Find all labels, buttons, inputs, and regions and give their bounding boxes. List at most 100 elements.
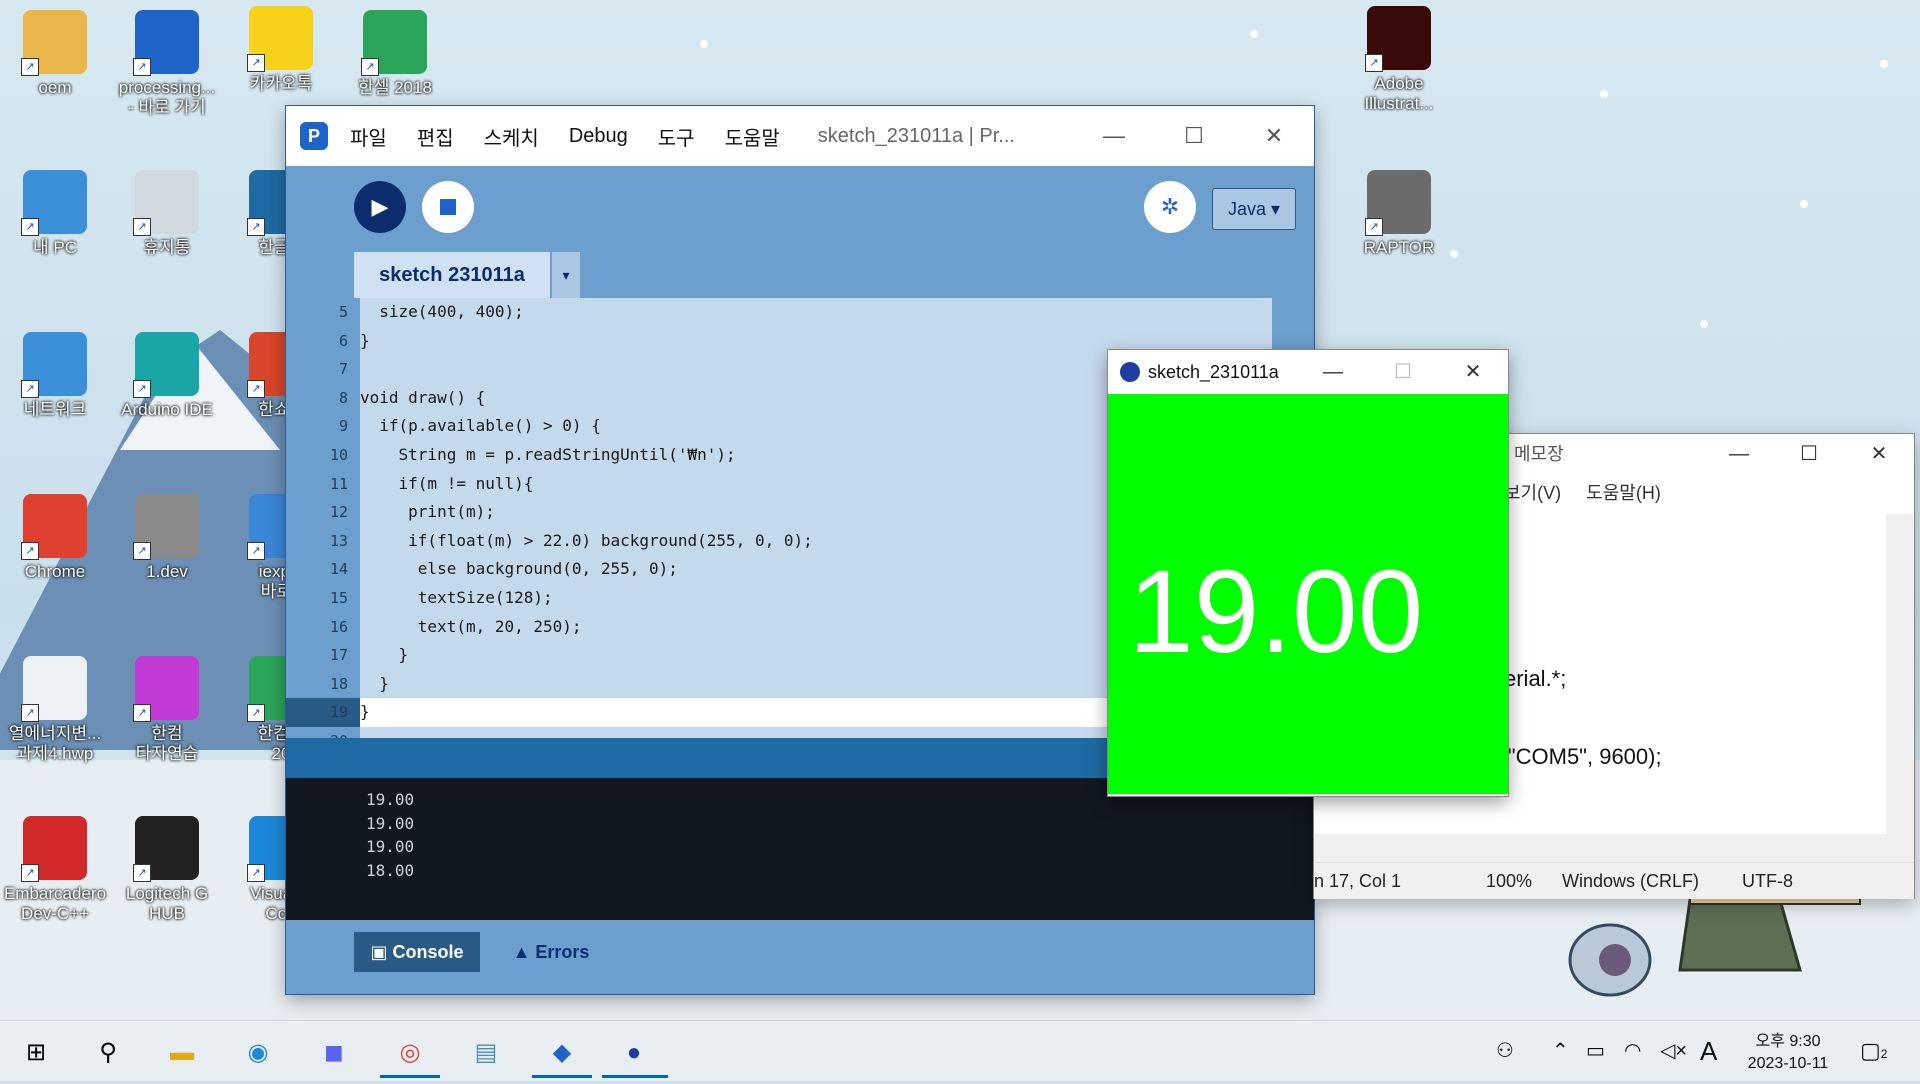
notepad-minimize-button[interactable]: —	[1704, 434, 1774, 474]
desktop-shortcut[interactable]: ↗ oem	[0, 10, 110, 98]
menu-file[interactable]: 파일	[350, 122, 387, 151]
sensor-value: 19.00	[1128, 546, 1424, 678]
sketch-maximize-button[interactable]: ☐	[1368, 350, 1438, 394]
desktop-shortcut[interactable]: ↗ 한컴 타자연습	[112, 656, 222, 764]
desktop-shortcut[interactable]: ↗ processing... - 바로 가기	[112, 10, 222, 118]
shortcut-arrow-icon: ↗	[133, 218, 151, 236]
desktop-shortcut[interactable]: ↗ 네트워크	[0, 332, 110, 420]
menu-debug[interactable]: Debug	[569, 125, 628, 148]
desktop-shortcut-label: 네트워크	[23, 400, 87, 419]
processing-button[interactable]: ◆	[540, 1031, 584, 1075]
menu-edit[interactable]: 편집	[417, 122, 454, 151]
menu-help[interactable]: 도움말	[725, 122, 780, 151]
discord-button[interactable]: ◼	[312, 1031, 356, 1075]
desktop-shortcut[interactable]: ↗ Arduino IDE	[112, 332, 222, 420]
battery-icon[interactable]: ▭	[1586, 1021, 1605, 1081]
notepad-button[interactable]: ▤	[464, 1031, 508, 1075]
shortcut-arrow-icon: ↗	[21, 380, 39, 398]
snowflake	[1250, 30, 1258, 38]
console-output: 19.00 19.00 19.00 18.00	[286, 778, 1286, 920]
code-line[interactable]: size(400, 400);	[360, 298, 1286, 327]
shortcut-arrow-icon: ↗	[21, 704, 39, 722]
menu-view[interactable]: 보기(V)	[1504, 483, 1561, 503]
mode-selector[interactable]: Java ▾	[1212, 188, 1296, 230]
shortcut-arrow-icon: ↗	[247, 864, 265, 882]
logitech-icon: ↗	[133, 816, 199, 882]
desktop-shortcut-label: 1.dev	[146, 562, 188, 581]
debugger-button[interactable]: ✲	[1144, 181, 1196, 233]
desktop-shortcut[interactable]: ↗ Adobe Illustrat...	[1344, 6, 1454, 114]
shortcut-arrow-icon: ↗	[21, 218, 39, 236]
line-number: 19	[329, 703, 348, 722]
stop-button[interactable]	[422, 181, 474, 233]
sketch-app-icon: ●	[626, 1039, 642, 1066]
line-number: 12	[329, 503, 348, 522]
hancell-icon: ↗	[361, 10, 427, 76]
edge-button[interactable]: ◉	[236, 1031, 280, 1075]
sketch-tab[interactable]: sketch 231011a	[354, 252, 550, 298]
user-folder-icon: ↗	[21, 10, 87, 76]
line-number: 9	[338, 417, 348, 436]
clock[interactable]: 오후 9:30 2023-10-11	[1738, 1021, 1838, 1081]
desktop-shortcut[interactable]: ↗ 카카오톡	[226, 6, 336, 94]
devcpp-file-icon: ↗	[133, 494, 199, 560]
run-button[interactable]: ▶	[354, 181, 406, 233]
line-number: 7	[338, 360, 348, 379]
sketch-title: sketch_231011a	[1148, 362, 1279, 382]
desktop-shortcut[interactable]: ↗ Chrome	[0, 494, 110, 582]
hwp-file-icon: ↗	[21, 656, 87, 722]
desktop-shortcut-label: Logitech G HUB	[125, 884, 209, 923]
menu-help-notepad[interactable]: 도움말(H)	[1586, 483, 1661, 503]
chrome-button[interactable]: ◎	[388, 1031, 432, 1075]
menu-sketch[interactable]: 스케치	[484, 122, 539, 151]
shortcut-arrow-icon: ↗	[133, 542, 151, 560]
desktop-shortcut[interactable]: ↗ 열에너지변... 과제4.hwp	[0, 656, 110, 764]
maximize-button[interactable]: ☐	[1154, 106, 1234, 166]
desktop-shortcut[interactable]: ↗ 1.dev	[112, 494, 222, 582]
notepad-close-button[interactable]: ✕	[1844, 434, 1914, 474]
notepad-maximize-button[interactable]: ☐	[1774, 434, 1844, 474]
ime-indicator[interactable]: A	[1700, 1021, 1717, 1081]
tab-errors[interactable]: ▲ Errors	[496, 932, 606, 972]
minimize-button[interactable]: —	[1074, 106, 1154, 166]
sketch-close-button[interactable]: ✕	[1438, 350, 1508, 394]
console-scrollbar[interactable]	[1286, 778, 1314, 920]
notification-button[interactable]: ▢2	[1860, 1021, 1887, 1081]
clock-time: 오후 9:30	[1755, 1033, 1821, 1050]
desktop-shortcut[interactable]: ↗ RAPTOR	[1344, 170, 1454, 258]
snowflake	[1700, 320, 1708, 328]
cursor-position: n 17, Col 1	[1314, 871, 1402, 891]
desktop-shortcut[interactable]: ↗ 휴지통	[112, 170, 222, 258]
chevron-up-icon[interactable]: ⌃	[1552, 1021, 1569, 1081]
folder-icon: ▬	[170, 1039, 194, 1066]
console-tabs: ▣ Console ▲ Errors	[286, 920, 1314, 994]
tab-menu-button[interactable]: ▾	[552, 252, 580, 298]
desktop-shortcut[interactable]: ↗ 내 PC	[0, 170, 110, 258]
sketch-canvas[interactable]: 19.00	[1108, 394, 1508, 794]
notepad-vertical-scrollbar[interactable]	[1886, 514, 1914, 834]
tab-console[interactable]: ▣ Console	[354, 932, 480, 972]
menu-tools[interactable]: 도구	[658, 122, 695, 151]
volume-muted-icon[interactable]: ◁×	[1660, 1021, 1687, 1081]
snowflake	[1600, 90, 1608, 98]
desktop-shortcut-label: 내 PC	[33, 238, 77, 257]
people-icon[interactable]: ⚇	[1496, 1021, 1514, 1081]
taskbar: ⊞ ⚲ ▬ ◉ ◼ ◎ ▤ ◆ ● ⚇ ⌃ ▭ ◠ ◁× A 오후 9:30 2…	[0, 1020, 1920, 1081]
sketch-minimize-button[interactable]: —	[1298, 350, 1368, 394]
desktop-shortcut[interactable]: ↗ Logitech G HUB	[112, 816, 222, 924]
chrome-icon: ◎	[399, 1039, 421, 1066]
shortcut-arrow-icon: ↗	[133, 864, 151, 882]
notification-badge: 2	[1880, 1047, 1888, 1061]
discord-icon: ◼	[324, 1039, 344, 1066]
start-button[interactable]: ⊞	[14, 1031, 58, 1075]
close-button[interactable]: ✕	[1234, 106, 1314, 166]
file-explorer-button[interactable]: ▬	[160, 1031, 204, 1075]
notepad-statusbar: n 17, Col 1 100% Windows (CRLF) UTF-8	[1314, 862, 1914, 899]
wifi-icon[interactable]: ◠	[1624, 1021, 1641, 1081]
sketch-button[interactable]: ●	[612, 1031, 656, 1075]
desktop-shortcut[interactable]: ↗ 한셀 2018	[340, 10, 450, 98]
desktop-shortcut[interactable]: ↗ Embarcadero Dev-C++	[0, 816, 110, 924]
search-button[interactable]: ⚲	[86, 1031, 130, 1075]
desktop-shortcut-label: RAPTOR	[1363, 238, 1435, 257]
notepad-horizontal-scrollbar[interactable]	[1314, 834, 1914, 862]
